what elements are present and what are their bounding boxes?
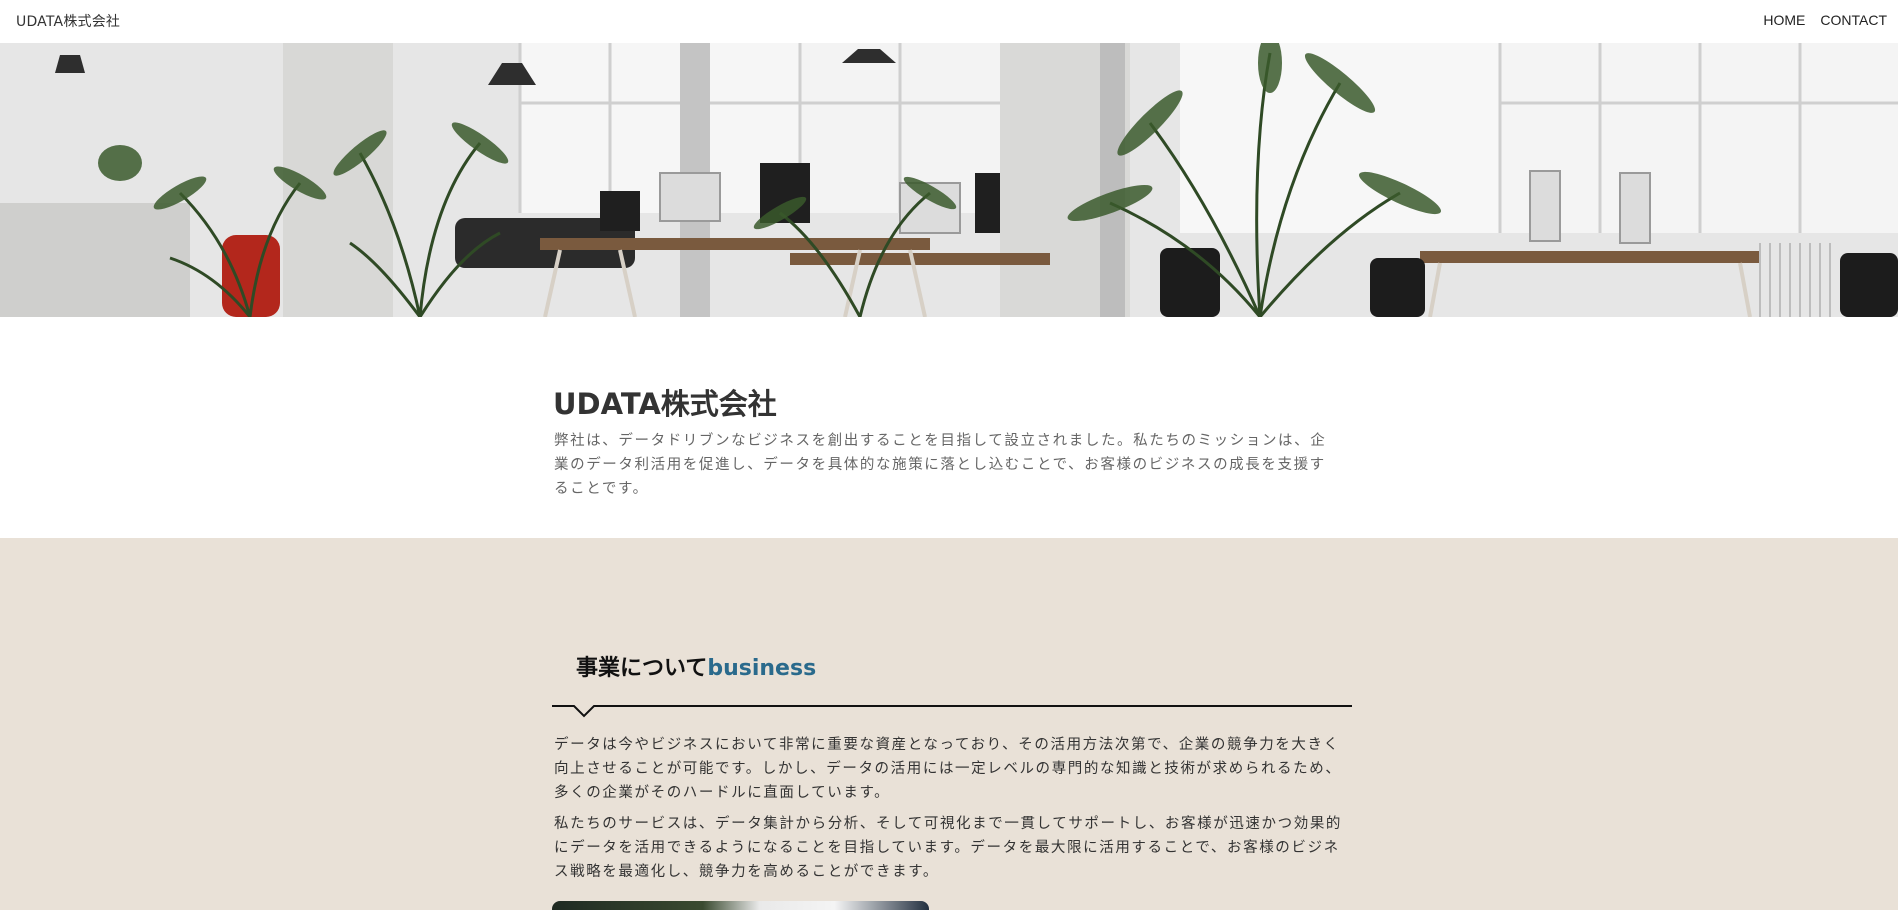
company-title: UDATA株式会社 (553, 387, 777, 421)
nav-contact-link[interactable]: CONTACT (1820, 12, 1887, 28)
company-description: 弊社は、データドリブンなビジネスを創出することを目指して設立されました。私たちの… (554, 433, 1327, 497)
business-section: 事業についてbusiness データは今やビジネスにおいて非常に重要な資産となっ… (0, 538, 1898, 910)
business-heading: 事業についてbusiness (576, 650, 816, 682)
brand-logo-text[interactable]: UDATA株式会社 (16, 11, 120, 31)
heading-underline-with-notch (552, 705, 1352, 718)
business-heading-en: business (707, 656, 817, 681)
office-photo-illustration (0, 43, 1898, 317)
top-nav-bar: UDATA株式会社 HOME CONTACT (0, 0, 1898, 43)
business-paragraph-2: 私たちのサービスは、データ集計から分析、そして可視化まで一貫してサポートし、お客… (554, 816, 1343, 880)
main-nav: HOME CONTACT (1763, 12, 1887, 28)
business-heading-ja: 事業について (576, 656, 708, 681)
hero-office-image (0, 43, 1898, 317)
nav-home-link[interactable]: HOME (1763, 12, 1805, 28)
business-image (552, 901, 929, 910)
business-paragraph-1: データは今やビジネスにおいて非常に重要な資産となっており、その活用方法次第で、企… (554, 737, 1342, 801)
company-intro-section: UDATA株式会社 弊社は、データドリブンなビジネスを創出することを目指して設立… (0, 317, 1898, 538)
